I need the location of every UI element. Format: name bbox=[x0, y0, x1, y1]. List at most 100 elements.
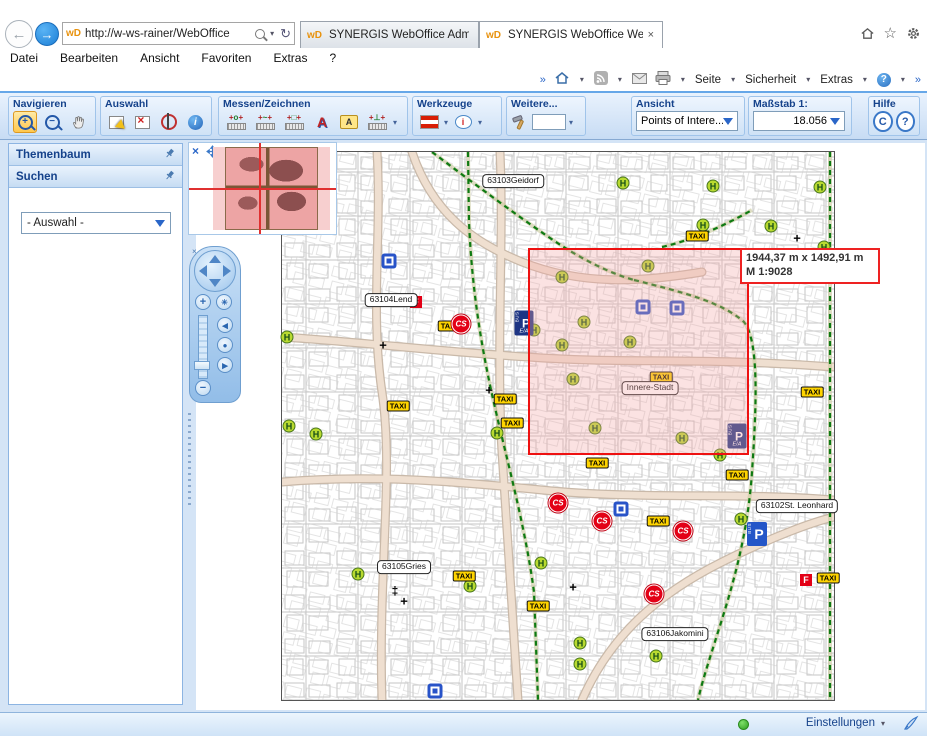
address-bar[interactable]: wD http://w-ws-rainer/WebOffice ▾ ↻ bbox=[62, 22, 295, 45]
map-marker-church[interactable]: + bbox=[793, 231, 801, 246]
map-marker-station[interactable] bbox=[428, 684, 443, 699]
map-marker-taxi[interactable]: TAXI bbox=[494, 394, 517, 405]
chevron-icon[interactable]: » bbox=[915, 74, 921, 86]
map-marker-stop[interactable]: H bbox=[535, 557, 548, 570]
zoom-in-button[interactable]: + bbox=[13, 111, 37, 133]
security-dropdown-icon[interactable]: ▾ bbox=[806, 75, 810, 84]
settings-gear-icon[interactable] bbox=[906, 26, 921, 41]
map-marker-carshare[interactable]: CS bbox=[645, 585, 664, 604]
page-dropdown-icon[interactable]: ▾ bbox=[731, 75, 735, 84]
menu-item[interactable]: Favoriten bbox=[201, 51, 251, 65]
menu-item[interactable]: Ansicht bbox=[140, 51, 179, 65]
map-marker-taxi[interactable]: TAXI bbox=[453, 571, 476, 582]
address-dropdown-icon[interactable]: ▾ bbox=[270, 29, 274, 38]
map-marker-pharmacy[interactable]: F bbox=[800, 574, 812, 586]
map-marker-station[interactable] bbox=[382, 254, 397, 269]
measure-line-button[interactable]: +~+ bbox=[252, 111, 278, 133]
map-marker-carshare[interactable]: CS bbox=[452, 315, 471, 334]
map-marker-dagger[interactable]: ‡ bbox=[392, 584, 399, 598]
search-icon[interactable] bbox=[255, 29, 265, 39]
map-marker-stop[interactable]: H bbox=[283, 420, 296, 433]
map-marker-stop[interactable]: H bbox=[735, 513, 748, 526]
address-url[interactable]: http://w-ws-rainer/WebOffice bbox=[85, 28, 252, 40]
pan-north-icon[interactable] bbox=[209, 255, 221, 263]
refresh-icon[interactable]: ↻ bbox=[280, 26, 291, 42]
mail-icon[interactable] bbox=[632, 73, 647, 87]
measure-dropdown-icon[interactable]: ▾ bbox=[393, 118, 397, 127]
extras-menu[interactable]: Extras bbox=[820, 74, 853, 86]
browser-tab-admin[interactable]: wD SYNERGIS WebOffice Administ... bbox=[300, 21, 479, 48]
map-marker-church[interactable]: + bbox=[400, 594, 408, 609]
map-marker-stop[interactable]: H bbox=[650, 650, 663, 663]
menu-item[interactable]: Bearbeiten bbox=[60, 51, 118, 65]
full-extent-button[interactable]: ✳ bbox=[216, 294, 232, 310]
help-icon[interactable]: ? bbox=[877, 73, 891, 87]
tab-close-icon[interactable]: × bbox=[646, 29, 656, 41]
zoom-out-nav-button[interactable]: − bbox=[195, 380, 211, 396]
pin-icon[interactable] bbox=[165, 170, 175, 184]
center-button[interactable]: ● bbox=[217, 337, 233, 353]
pan-east-icon[interactable] bbox=[223, 265, 231, 277]
map-marker-taxi[interactable]: TAXI bbox=[801, 387, 824, 398]
annotation-button[interactable]: A bbox=[337, 111, 361, 133]
context-help-button[interactable]: C bbox=[873, 111, 893, 132]
view-select[interactable]: Points of Intere... bbox=[636, 111, 738, 131]
measure-area-button[interactable]: +□+ bbox=[281, 111, 307, 133]
info-balloon-button[interactable]: i bbox=[451, 111, 475, 133]
next-extent-button[interactable]: ▸ bbox=[217, 357, 233, 373]
page-menu[interactable]: Seite bbox=[695, 74, 721, 86]
pan-west-icon[interactable] bbox=[199, 265, 207, 277]
browser-tab-weboffice[interactable]: wD SYNERGIS WebOffice WebO... × bbox=[479, 21, 663, 48]
custom-tool-input[interactable] bbox=[532, 114, 566, 130]
zoom-in-nav-button[interactable]: + bbox=[195, 294, 211, 310]
balloon-dropdown-icon[interactable]: ▾ bbox=[478, 118, 482, 127]
redlining-label-button[interactable]: A bbox=[310, 111, 334, 133]
clear-selection-button[interactable]: × bbox=[131, 111, 154, 133]
overview-map-panel[interactable]: × bbox=[188, 142, 337, 235]
more-dropdown-icon[interactable]: ▾ bbox=[569, 118, 573, 127]
custom-tool-button[interactable] bbox=[511, 111, 529, 133]
forward-button[interactable]: → bbox=[35, 22, 59, 46]
help-button[interactable]: ? bbox=[896, 111, 916, 132]
nav-close-icon[interactable]: × bbox=[192, 247, 197, 256]
map-marker-taxi[interactable]: TAXI bbox=[387, 401, 410, 412]
menu-item[interactable]: Datei bbox=[10, 51, 38, 65]
splitter-grip[interactable] bbox=[188, 413, 191, 508]
rss-feed-icon[interactable] bbox=[594, 71, 608, 88]
pan-compass[interactable] bbox=[194, 250, 236, 292]
pin-icon[interactable] bbox=[165, 148, 175, 162]
help-dropdown-icon[interactable]: ▾ bbox=[901, 75, 905, 84]
map-marker-stop[interactable]: H bbox=[574, 658, 587, 671]
map-marker-taxi[interactable]: TAXI bbox=[647, 516, 670, 527]
map-marker-church[interactable]: + bbox=[569, 580, 577, 595]
feed-dropdown-icon[interactable]: ▾ bbox=[618, 75, 622, 84]
home-page-icon[interactable] bbox=[554, 71, 570, 88]
map-marker-stop[interactable]: H bbox=[617, 177, 630, 190]
print-dropdown-icon[interactable]: ▾ bbox=[681, 75, 685, 84]
flag-dropdown-icon[interactable]: ▾ bbox=[444, 118, 448, 127]
identify-button[interactable]: i bbox=[184, 111, 207, 133]
map-marker-stop[interactable]: H bbox=[281, 331, 294, 344]
home-dropdown-icon[interactable]: ▾ bbox=[580, 75, 584, 84]
austria-map-button[interactable] bbox=[417, 111, 441, 133]
map-marker-stop[interactable]: H bbox=[574, 637, 587, 650]
map-marker-church[interactable]: + bbox=[379, 338, 387, 353]
map-marker-taxi[interactable]: TAXI bbox=[817, 573, 840, 584]
map-marker-stop[interactable]: H bbox=[707, 180, 720, 193]
measure-point-button[interactable]: +o+ bbox=[223, 111, 249, 133]
select-rectangle-button[interactable] bbox=[105, 111, 128, 133]
pan-button[interactable] bbox=[67, 111, 91, 133]
map-marker-taxi[interactable]: TAXI bbox=[726, 470, 749, 481]
previous-extent-button[interactable]: ◂ bbox=[217, 317, 233, 333]
measure-coordinate-button[interactable]: +⊥+ bbox=[364, 111, 390, 133]
back-button[interactable]: ← bbox=[5, 20, 33, 48]
extras-dropdown-icon[interactable]: ▾ bbox=[863, 75, 867, 84]
print-icon[interactable] bbox=[655, 71, 671, 88]
map-marker-stop[interactable]: H bbox=[352, 568, 365, 581]
security-menu[interactable]: Sicherheit bbox=[745, 74, 796, 86]
menu-item[interactable]: ? bbox=[329, 51, 336, 65]
map-marker-stop[interactable]: H bbox=[310, 428, 323, 441]
zoom-slider-handle[interactable] bbox=[194, 361, 210, 370]
menu-item[interactable]: Extras bbox=[273, 51, 307, 65]
map-marker-parkbus[interactable]: BUSP bbox=[747, 522, 767, 546]
